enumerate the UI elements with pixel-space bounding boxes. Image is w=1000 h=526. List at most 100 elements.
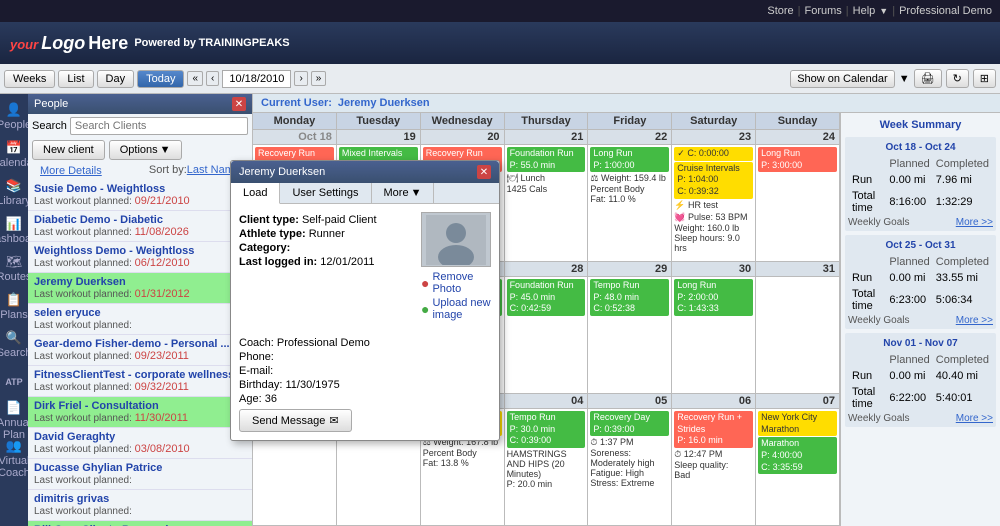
workout-block[interactable]: Recovery Day P: 0:39:00: [590, 411, 669, 436]
workout-block[interactable]: Long Run P: 2:00:00 C: 1:43:33: [674, 279, 753, 316]
workout-block[interactable]: ✓ C: 0:00:00: [674, 147, 753, 161]
prev-prev-button[interactable]: «: [187, 71, 203, 86]
forums-link[interactable]: Forums: [805, 5, 842, 17]
date-number-row: Oct 18192021222324: [253, 130, 840, 145]
table-row: Run0.00 mi33.55 mi: [850, 271, 991, 285]
send-message-button[interactable]: Send Message ✉: [239, 409, 352, 432]
new-client-button[interactable]: New client: [32, 140, 105, 160]
client-last-workout: Last workout planned: 09/32/2011: [34, 381, 246, 393]
sidebar-item-dashboard[interactable]: 📊 Dashboard: [2, 212, 26, 248]
client-item[interactable]: Weightloss Demo - Weightloss Last workou…: [28, 242, 252, 273]
current-user-name: Jeremy Duerksen: [338, 97, 430, 109]
sidebar-item-annual-plan[interactable]: 📄 Annual Plan: [2, 402, 26, 438]
show-on-calendar-button[interactable]: Show on Calendar: [790, 70, 895, 88]
prev-button[interactable]: ‹: [206, 71, 219, 86]
workout-block[interactable]: Cruise Intervals P: 1:04:00 C: 0:39:32: [674, 162, 753, 199]
popup-close-button[interactable]: ✕: [477, 165, 491, 179]
day-header: Wednesday: [421, 113, 505, 129]
search-input[interactable]: [70, 117, 248, 135]
client-name: David Geraghty: [34, 431, 246, 443]
workout-block[interactable]: Marathon P: 4:00:00 C: 3:35:59: [758, 437, 837, 474]
more-link[interactable]: More >>: [956, 413, 993, 424]
calendar-cell[interactable]: Long Run P: 2:00:00 C: 1:43:33: [672, 277, 756, 393]
client-name: Dirk Friel - Consultation: [34, 400, 246, 412]
week-stats-table: PlannedCompletedRun0.00 mi40.40 miTotal …: [848, 351, 993, 413]
sidebar-item-plans[interactable]: 📋 Plans: [2, 288, 26, 324]
client-item[interactable]: Jeremy Duerksen Last workout planned: 01…: [28, 273, 252, 304]
workout-block[interactable]: New York City Marathon: [758, 411, 837, 436]
calendar-cell[interactable]: ✓ C: 0:00:00Cruise Intervals P: 1:04:00 …: [672, 145, 756, 261]
more-details-link[interactable]: More Details: [34, 163, 108, 179]
workout-block[interactable]: Long Run P: 1:00:00: [590, 147, 669, 172]
workout-block[interactable]: Long Run P: 3:00:00: [758, 147, 837, 172]
popup-tab-more[interactable]: More ▼: [372, 183, 435, 203]
client-item[interactable]: Bill Gym Client - Personal Last workout …: [28, 521, 252, 526]
calendar-cell[interactable]: [756, 277, 840, 393]
client-item[interactable]: dimitris grivas Last workout planned:: [28, 490, 252, 521]
client-item[interactable]: Ducasse Ghylian Patrice Last workout pla…: [28, 459, 252, 490]
calendar-cell[interactable]: Long Run P: 3:00:00: [756, 145, 840, 261]
client-name: Susie Demo - Weightloss: [34, 183, 246, 195]
more-link[interactable]: More >>: [956, 315, 993, 326]
weeks-button[interactable]: Weeks: [4, 70, 55, 88]
sidebar-icons: 👤 People 📅 Calendar 📚 Library 📊 Dashboar…: [0, 94, 28, 526]
client-item[interactable]: Susie Demo - Weightloss Last workout pla…: [28, 180, 252, 211]
client-last-workout: Last workout planned: 03/08/2010: [34, 443, 246, 455]
next-next-button[interactable]: »: [311, 71, 327, 86]
date-number-cell: 23: [672, 130, 756, 144]
sidebar-item-people[interactable]: 👤 People: [2, 98, 26, 134]
sidebar-item-library[interactable]: 📚 Library: [2, 174, 26, 210]
demo-link[interactable]: Professional Demo: [899, 5, 992, 17]
refresh-button[interactable]: ↻: [946, 69, 969, 88]
grid-button[interactable]: ⊞: [973, 69, 996, 88]
popup-photo: ● Remove Photo ● Upload new image: [421, 212, 491, 323]
workout-block[interactable]: Foundation Run P: 45.0 min C: 0:42:59: [507, 279, 586, 316]
day-button[interactable]: Day: [97, 70, 135, 88]
next-button[interactable]: ›: [294, 71, 307, 86]
day-header: Friday: [588, 113, 672, 129]
sidebar-item-routes[interactable]: 🗺 Routes: [2, 250, 26, 286]
client-item[interactable]: Gear-demo Fisher-demo - Personal ... Las…: [28, 335, 252, 366]
popup-tab-load[interactable]: Load: [231, 183, 280, 204]
calendar-cell[interactable]: New York City MarathonMarathon P: 4:00:0…: [756, 409, 840, 525]
upload-photo-button[interactable]: ● Upload new image: [421, 297, 491, 321]
popup-header: Jeremy Duerksen ✕: [231, 161, 499, 183]
table-row: Run0.00 mi40.40 mi: [850, 369, 991, 383]
options-button[interactable]: Options ▼: [109, 140, 182, 160]
client-list: Susie Demo - Weightloss Last workout pla…: [28, 180, 252, 526]
sidebar-item-virtual-coach[interactable]: 👥 Virtual Coach: [2, 440, 26, 476]
current-user-label: Current User:: [261, 97, 332, 109]
remove-photo-button[interactable]: ● Remove Photo: [421, 271, 491, 295]
calendar-cell[interactable]: Recovery Day P: 0:39:00⏱ 1:37 PM Sorenes…: [588, 409, 672, 525]
client-item[interactable]: Diabetic Demo - Diabetic Last workout pl…: [28, 211, 252, 242]
sidebar-item-search[interactable]: 🔍 Search: [2, 326, 26, 362]
popup-tab-user-settings[interactable]: User Settings: [280, 183, 371, 203]
calendar-cell[interactable]: Foundation Run P: 45.0 min C: 0:42:59: [505, 277, 589, 393]
calendar-cell[interactable]: Recovery Run + Strides P: 16.0 min⏱ 12:4…: [672, 409, 756, 525]
calendar-cell[interactable]: Foundation Run P: 55.0 min🍽 Lunch 1425 C…: [505, 145, 589, 261]
list-button[interactable]: List: [58, 70, 93, 88]
calendar-cell[interactable]: Tempo Run P: 30.0 min C: 0:39:00HAMSTRIN…: [505, 409, 589, 525]
store-link[interactable]: Store: [767, 5, 793, 17]
date-number-cell: 20: [421, 130, 505, 144]
sidebar-item-atp[interactable]: ATP: [2, 364, 26, 400]
client-item[interactable]: David Geraghty Last workout planned: 03/…: [28, 428, 252, 459]
date-display[interactable]: 10/18/2010: [222, 70, 291, 88]
client-item[interactable]: Dirk Friel - Consultation Last workout p…: [28, 397, 252, 428]
athlete-type-row: Athlete type: Runner: [239, 228, 413, 240]
help-link[interactable]: Help: [853, 5, 876, 17]
workout-block[interactable]: Foundation Run P: 55.0 min: [507, 147, 586, 172]
workout-block[interactable]: Recovery Run + Strides P: 16.0 min: [674, 411, 753, 448]
workout-block[interactable]: Tempo Run P: 48.0 min C: 0:52:38: [590, 279, 669, 316]
today-button[interactable]: Today: [137, 70, 184, 88]
workout-block[interactable]: Tempo Run P: 30.0 min C: 0:39:00: [507, 411, 586, 448]
calendar-cell[interactable]: Long Run P: 1:00:00⚖ Weight: 159.4 lb Pe…: [588, 145, 672, 261]
calendar-cell[interactable]: Tempo Run P: 48.0 min C: 0:52:38: [588, 277, 672, 393]
more-link[interactable]: More >>: [956, 217, 993, 228]
client-item[interactable]: selen eryuce Last workout planned:: [28, 304, 252, 335]
people-panel-close[interactable]: ✕: [232, 97, 246, 111]
sidebar-item-calendar[interactable]: 📅 Calendar: [2, 136, 26, 172]
client-name: Gear-demo Fisher-demo - Personal ...: [34, 338, 246, 350]
print-button[interactable]: 🖨: [914, 69, 942, 88]
client-item[interactable]: FitnessClientTest - corporate wellness L…: [28, 366, 252, 397]
